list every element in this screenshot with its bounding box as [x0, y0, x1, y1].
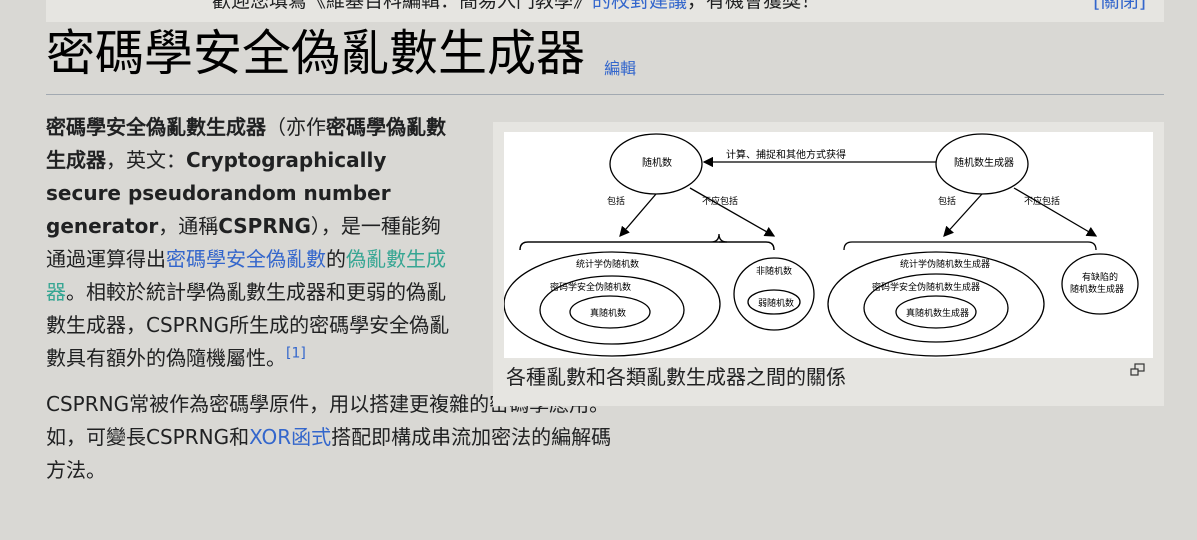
- diagram-label: 包括: [938, 195, 956, 207]
- bold-term: 密碼學安全偽亂數生成器: [46, 115, 266, 139]
- diagram-set-flawed-rng: [1061, 253, 1139, 315]
- diagram-brace-left-b: [719, 241, 775, 251]
- diagram-brace-left: [519, 241, 775, 251]
- paragraph-text: ，通稱: [158, 214, 219, 238]
- diagram-arrow-exclude-right: [1013, 187, 1098, 237]
- paragraph-text: 。相較於統計學偽亂數生成器和更弱的偽亂數生成器，CSPRNG所生成的密碼學安全偽…: [46, 280, 450, 370]
- diagram-label: 非随机数: [756, 265, 792, 277]
- article-paragraph-1: 密碼學安全偽亂數生成器（亦作密碼學偽亂數生成器，英文：Cryptographic…: [46, 111, 460, 375]
- rng-relationship-diagram[interactable]: 随机数 随机数生成器 计算、捕捉和其他方式获得 包括 不应包括 包括 不应包括 …: [503, 132, 1153, 358]
- diagram-label: 密码学安全伪随机数: [550, 281, 631, 293]
- diagram-label: 不应包括: [1024, 195, 1060, 207]
- notice-text-before: 歡迎您填寫《維基百科編輯：簡易入門教學》: [212, 0, 593, 12]
- diagram-label: 包括: [607, 195, 625, 207]
- paragraph-text: （亦作: [266, 115, 326, 139]
- diagram-label: 随机数生成器: [1070, 283, 1124, 295]
- diagram-label: 计算、捕捉和其他方式获得: [726, 148, 846, 161]
- figure-caption: 各種亂數和各類亂數生成器之間的關係: [506, 365, 846, 389]
- diagram-label: 真随机数生成器: [906, 307, 969, 319]
- link-csprn[interactable]: 密碼學安全偽亂數: [166, 247, 326, 271]
- diagram-label: 统计学伪随机数生成器: [900, 258, 990, 270]
- notice-link[interactable]: 的校對建議: [592, 0, 687, 12]
- site-notice-text: 歡迎您填寫《維基百科編輯：簡易入門教學》的校對建議，有機會獲獎！: [212, 0, 820, 12]
- diagram-label: 有缺陷的: [1082, 271, 1118, 283]
- bold-term: CSPRNG: [218, 214, 311, 238]
- diagram-arrow-exclude-left: [689, 187, 776, 237]
- diagram-label: 不应包括: [702, 195, 738, 207]
- thumbnail-figure: 随机数 随机数生成器 计算、捕捉和其他方式获得 包括 不应包括 包括 不应包括 …: [493, 122, 1164, 406]
- diagram-brace-right: [843, 241, 1097, 251]
- diagram-label: 真随机数: [590, 307, 626, 319]
- edit-link[interactable]: 編輯: [604, 59, 636, 78]
- magnify-icon[interactable]: [1130, 362, 1146, 376]
- diagram-svg: 随机数 随机数生成器 计算、捕捉和其他方式获得 包括 不应包括 包括 不应包括 …: [503, 133, 1139, 357]
- diagram-label: 密码学安全伪随机数生成器: [872, 281, 980, 293]
- title-row: 密碼學安全偽亂數生成器 編輯: [46, 22, 636, 94]
- diagram-label: 统计学伪随机数: [576, 258, 639, 270]
- notice-text-after: ，有機會獲獎！: [687, 0, 821, 12]
- title-divider: [46, 94, 1164, 95]
- diagram-label: 随机数生成器: [954, 156, 1014, 169]
- page-title: 密碼學安全偽亂數生成器: [46, 25, 586, 82]
- diagram-label: 弱随机数: [758, 297, 794, 309]
- paragraph-text: ，英文：: [106, 148, 186, 172]
- diagram-arrow-include-left: [619, 193, 657, 237]
- site-notice-banner: 歡迎您填寫《維基百科編輯：簡易入門教學》的校對建議，有機會獲獎！ [關閉]: [46, 0, 1164, 22]
- notice-close-button[interactable]: [關閉]: [1093, 0, 1146, 12]
- diagram-label: 随机数: [642, 156, 672, 169]
- link-xor[interactable]: XOR函式: [249, 425, 331, 449]
- reference-link[interactable]: [1]: [286, 345, 306, 361]
- paragraph-text: 的: [326, 247, 346, 271]
